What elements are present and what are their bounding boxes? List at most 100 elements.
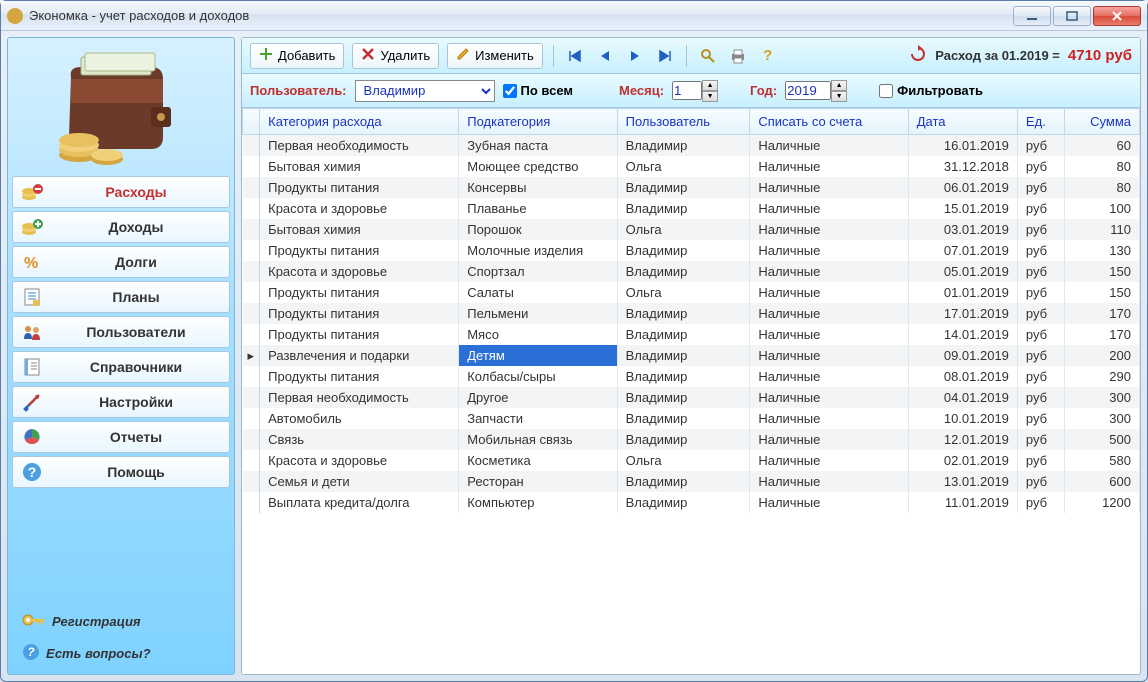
col-account[interactable]: Списать со счета bbox=[750, 109, 908, 135]
user-filter-label: Пользователь: bbox=[250, 83, 347, 98]
cell-user: Ольга bbox=[617, 450, 750, 471]
maximize-button[interactable] bbox=[1053, 6, 1091, 26]
table-row[interactable]: Продукты питанияКонсервыВладимирНаличные… bbox=[243, 177, 1140, 198]
cell-category: Красота и здоровье bbox=[260, 261, 459, 282]
row-indicator bbox=[243, 492, 260, 513]
cell-sum: 300 bbox=[1065, 387, 1140, 408]
help-icon: ? bbox=[21, 462, 43, 482]
sidebar-item-7[interactable]: Отчеты bbox=[12, 421, 230, 453]
x-icon bbox=[361, 47, 375, 64]
sidebar-item-6[interactable]: Настройки bbox=[12, 386, 230, 418]
col-subcategory[interactable]: Подкатегория bbox=[459, 109, 617, 135]
table-row[interactable]: Красота и здоровьеПлаваньеВладимирНаличн… bbox=[243, 198, 1140, 219]
sidebar-item-4[interactable]: Пользователи bbox=[12, 316, 230, 348]
register-link[interactable]: Регистрация bbox=[12, 606, 230, 637]
row-indicator bbox=[243, 177, 260, 198]
cell-account: Наличные bbox=[750, 471, 908, 492]
edit-button[interactable]: Изменить bbox=[447, 43, 543, 69]
table[interactable]: Категория расхода Подкатегория Пользоват… bbox=[242, 108, 1140, 674]
table-row[interactable]: СвязьМобильная связьВладимирНаличные12.0… bbox=[243, 429, 1140, 450]
cell-subcategory: Зубная паста bbox=[459, 135, 617, 157]
cell-unit: руб bbox=[1017, 198, 1064, 219]
month-input[interactable] bbox=[672, 81, 702, 100]
refresh-icon[interactable] bbox=[909, 45, 927, 66]
month-down-button[interactable]: ▼ bbox=[702, 91, 718, 102]
print-button[interactable] bbox=[727, 45, 749, 67]
table-row[interactable]: Бытовая химияМоющее средствоОльгаНаличны… bbox=[243, 156, 1140, 177]
table-row[interactable]: Выплата кредита/долгаКомпьютерВладимирНа… bbox=[243, 492, 1140, 513]
sidebar-item-0[interactable]: Расходы bbox=[12, 176, 230, 208]
table-row[interactable]: Продукты питанияКолбасы/сырыВладимирНали… bbox=[243, 366, 1140, 387]
table-row[interactable]: Продукты питанияМолочные изделияВладимир… bbox=[243, 240, 1140, 261]
cell-user: Владимир bbox=[617, 261, 750, 282]
col-date[interactable]: Дата bbox=[908, 109, 1017, 135]
questions-link[interactable]: ? Есть вопросы? bbox=[12, 637, 230, 670]
cell-category: Продукты питания bbox=[260, 240, 459, 261]
nav-first-button[interactable] bbox=[564, 45, 586, 67]
cell-date: 03.01.2019 bbox=[908, 219, 1017, 240]
cell-category: Выплата кредита/долга bbox=[260, 492, 459, 513]
questions-label: Есть вопросы? bbox=[46, 646, 151, 661]
sidebar-item-5[interactable]: Справочники bbox=[12, 351, 230, 383]
sidebar-item-1[interactable]: Доходы bbox=[12, 211, 230, 243]
cell-subcategory: Салаты bbox=[459, 282, 617, 303]
col-category[interactable]: Категория расхода bbox=[260, 109, 459, 135]
table-header-row: Категория расхода Подкатегория Пользоват… bbox=[243, 109, 1140, 135]
col-user[interactable]: Пользователь bbox=[617, 109, 750, 135]
cell-sum: 290 bbox=[1065, 366, 1140, 387]
filter-checkbox[interactable]: Фильтровать bbox=[879, 83, 983, 98]
table-row[interactable]: Семья и детиРесторанВладимирНаличные13.0… bbox=[243, 471, 1140, 492]
nav-last-button[interactable] bbox=[654, 45, 676, 67]
nav-next-button[interactable] bbox=[624, 45, 646, 67]
sidebar-item-8[interactable]: ?Помощь bbox=[12, 456, 230, 488]
nav-prev-button[interactable] bbox=[594, 45, 616, 67]
table-row[interactable]: Продукты питанияПельмениВладимирНаличные… bbox=[243, 303, 1140, 324]
minimize-button[interactable] bbox=[1013, 6, 1051, 26]
hint-button[interactable]: ? bbox=[757, 45, 779, 67]
cell-date: 16.01.2019 bbox=[908, 135, 1017, 157]
table-row[interactable]: АвтомобильЗапчастиВладимирНаличные10.01.… bbox=[243, 408, 1140, 429]
sidebar-item-3[interactable]: Планы bbox=[12, 281, 230, 313]
cell-user: Владимир bbox=[617, 387, 750, 408]
add-button[interactable]: Добавить bbox=[250, 43, 344, 69]
cell-user: Владимир bbox=[617, 303, 750, 324]
sidebar: РасходыДоходы%ДолгиПланы Пользователи Спра… bbox=[7, 37, 235, 675]
year-input[interactable] bbox=[785, 81, 831, 100]
cell-account: Наличные bbox=[750, 198, 908, 219]
cell-sum: 150 bbox=[1065, 261, 1140, 282]
sidebar-item-label: Пользователи bbox=[51, 324, 221, 340]
sidebar-item-2[interactable]: %Долги bbox=[12, 246, 230, 278]
search-button[interactable] bbox=[697, 45, 719, 67]
table-row[interactable]: Продукты питанияСалатыОльгаНаличные01.01… bbox=[243, 282, 1140, 303]
cell-unit: руб bbox=[1017, 156, 1064, 177]
row-indicator bbox=[243, 198, 260, 219]
year-down-button[interactable]: ▼ bbox=[831, 91, 847, 102]
year-up-button[interactable]: ▲ bbox=[831, 80, 847, 91]
filter-bar: Пользователь: Владимир По всем Месяц: ▲ … bbox=[242, 74, 1140, 108]
cell-user: Владимир bbox=[617, 198, 750, 219]
cell-date: 05.01.2019 bbox=[908, 261, 1017, 282]
delete-button[interactable]: Удалить bbox=[352, 43, 439, 69]
cell-sum: 60 bbox=[1065, 135, 1140, 157]
cell-subcategory: Спортзал bbox=[459, 261, 617, 282]
col-sum[interactable]: Сумма bbox=[1065, 109, 1140, 135]
table-row[interactable]: Продукты питанияМясоВладимирНаличные14.0… bbox=[243, 324, 1140, 345]
row-indicator bbox=[243, 429, 260, 450]
cell-user: Владимир bbox=[617, 345, 750, 366]
table-row[interactable]: Красота и здоровьеСпортзалВладимирНаличн… bbox=[243, 261, 1140, 282]
user-select[interactable]: Владимир bbox=[355, 80, 495, 102]
table-row[interactable]: Бытовая химияПорошокОльгаНаличные03.01.2… bbox=[243, 219, 1140, 240]
window-title: Экономка - учет расходов и доходов bbox=[29, 8, 1013, 23]
table-row[interactable]: Красота и здоровьеКосметикаОльгаНаличные… bbox=[243, 450, 1140, 471]
month-up-button[interactable]: ▲ bbox=[702, 80, 718, 91]
table-row[interactable]: ▸Развлечения и подаркиДетямВладимирНалич… bbox=[243, 345, 1140, 366]
col-unit[interactable]: Ед. bbox=[1017, 109, 1064, 135]
cell-unit: руб bbox=[1017, 240, 1064, 261]
table-row[interactable]: Первая необходимостьДругоеВладимирНаличн… bbox=[243, 387, 1140, 408]
cell-unit: руб bbox=[1017, 303, 1064, 324]
close-button[interactable] bbox=[1093, 6, 1141, 26]
table-row[interactable]: Первая необходимостьЗубная пастаВладимир… bbox=[243, 135, 1140, 157]
all-users-checkbox[interactable]: По всем bbox=[503, 83, 573, 98]
cell-category: Семья и дети bbox=[260, 471, 459, 492]
users-icon bbox=[21, 323, 43, 341]
